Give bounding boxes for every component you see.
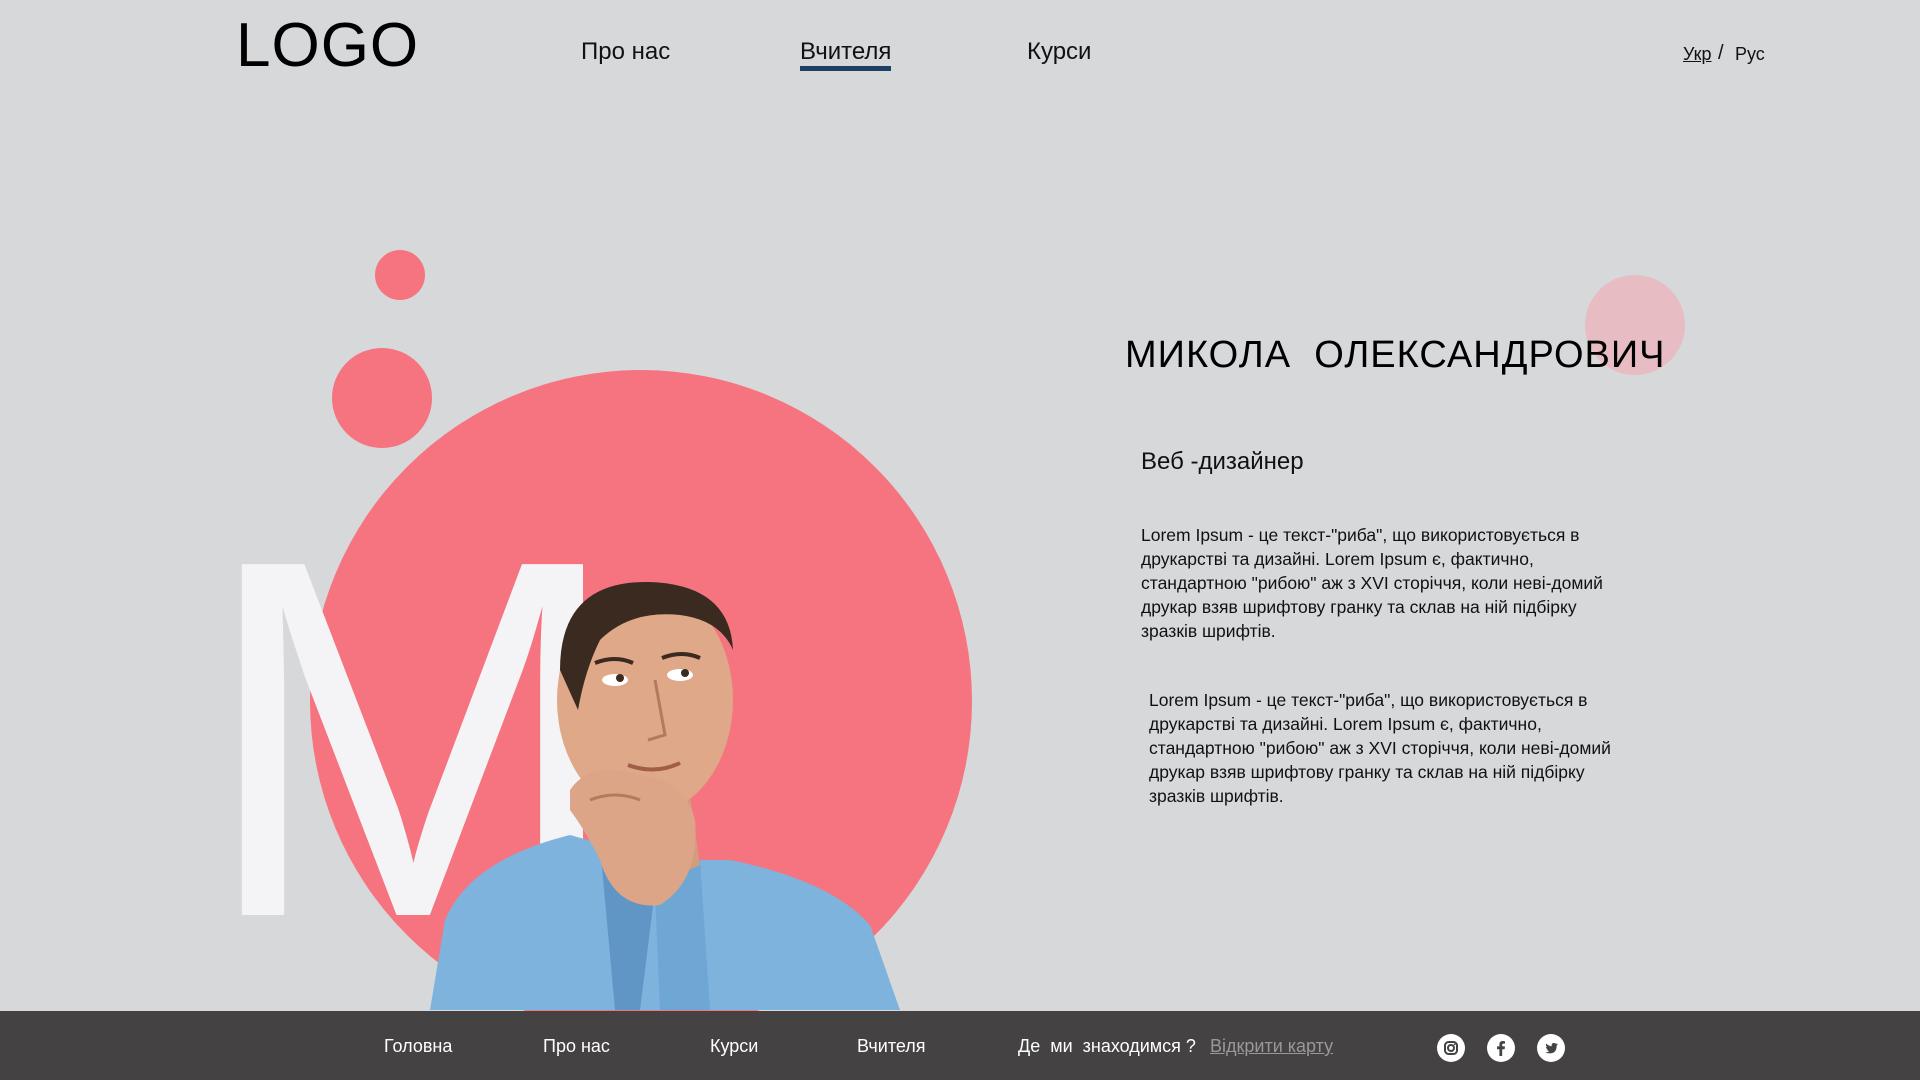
teacher-photo [400,560,960,1010]
instagram-icon[interactable] [1437,1034,1465,1062]
logo[interactable]: LOGO [236,10,419,81]
decor-circle-small [375,250,425,300]
nav-courses[interactable]: Курси [1027,38,1091,66]
twitter-icon[interactable] [1537,1034,1565,1062]
footer-link-courses[interactable]: Курси [710,1036,758,1057]
footer-location-label: Де ми знаходимся ? [1018,1036,1196,1056]
open-map-link[interactable]: Відкрити карту [1210,1036,1333,1057]
teacher-bio-paragraph: Lorem Ipsum - це текст-"риба", що викори… [1141,525,1603,641]
language-ukrainian[interactable]: Укр [1683,44,1712,65]
language-separator: / [1718,42,1724,64]
teacher-bio-paragraph: Lorem Ipsum - це текст-"риба", що викори… [1149,690,1611,806]
teacher-name: МИКОЛА ОЛЕКСАНДРОВИЧ [1125,334,1666,376]
footer-link-about[interactable]: Про нас [543,1036,610,1057]
nav-teachers[interactable]: Вчителя [800,38,892,71]
teacher-role: Веб -дизайнер [1141,448,1304,475]
footer [0,1011,1920,1080]
footer-link-teachers[interactable]: Вчителя [857,1036,926,1057]
facebook-icon[interactable] [1487,1034,1515,1062]
footer-link-home[interactable]: Головна [384,1036,452,1057]
decor-circle-medium [332,348,432,448]
nav-about[interactable]: Про нас [581,38,670,66]
language-russian[interactable]: Рус [1735,44,1765,65]
